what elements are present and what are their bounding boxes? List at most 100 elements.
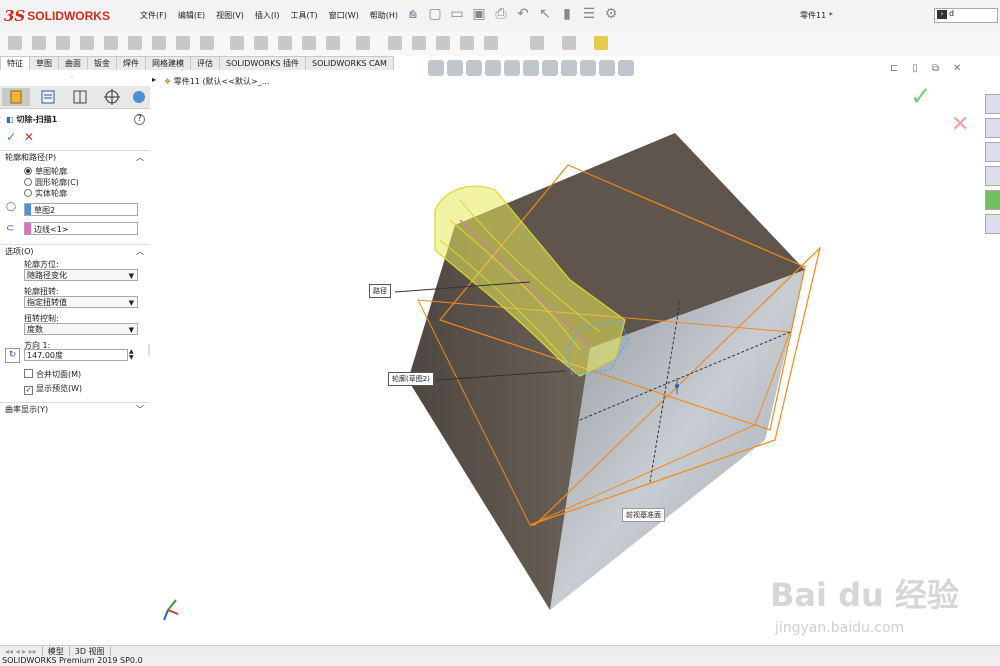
hole-wizard-icon[interactable] (104, 36, 118, 50)
wrap-icon[interactable] (278, 36, 292, 50)
solidworks-resources-icon[interactable] (985, 94, 1000, 114)
section-options[interactable]: 选项(O) ︿ (0, 244, 150, 257)
view-settings-icon[interactable] (618, 60, 634, 76)
tab-solidworks-cam[interactable]: SOLIDWORKS CAM (304, 56, 394, 70)
radio-circular-profile[interactable]: 圆形轮廓(C) (24, 177, 79, 188)
tab-mesh-modeling[interactable]: 网格建模 (145, 56, 191, 70)
menu-file[interactable]: 文件(F) (140, 10, 167, 21)
linear-pattern-icon[interactable] (230, 36, 244, 50)
menu-insert[interactable]: 插入(I) (255, 10, 280, 21)
apply-scene-icon[interactable] (599, 60, 615, 76)
dome-icon[interactable] (436, 36, 450, 50)
home-icon[interactable]: ⌂ (405, 6, 421, 22)
path-callout[interactable]: 路径 (369, 284, 391, 298)
previous-view-icon[interactable] (466, 60, 482, 76)
edit-appearance-icon[interactable] (580, 60, 596, 76)
display-manager-tab[interactable] (130, 88, 148, 106)
file-explorer-icon[interactable] (985, 142, 1000, 162)
cancel-x-icon[interactable]: ✕ (24, 130, 34, 144)
design-library-icon[interactable] (985, 118, 1000, 138)
direction-angle-input[interactable]: 147.00度 (24, 349, 128, 361)
help-icon[interactable]: ? (134, 114, 145, 125)
search-input[interactable]: › d (934, 8, 998, 23)
front-plane-label[interactable]: 前视基准面 (622, 508, 665, 522)
profile-callout[interactable]: 轮廓(草图2) (388, 372, 434, 386)
menu-window[interactable]: 窗口(W) (329, 10, 359, 21)
property-manager-tab[interactable] (34, 88, 62, 106)
rebuild-icon[interactable]: ▮ (559, 6, 575, 22)
curves-icon[interactable] (460, 36, 474, 50)
extruded-boss-icon[interactable] (8, 36, 22, 50)
twist-dropdown[interactable]: 指定扭转值 ▼ (24, 296, 138, 308)
select-icon[interactable]: ↖ (537, 6, 553, 22)
gear-icon[interactable]: ⚙ (603, 6, 619, 22)
tab-weldments[interactable]: 焊件 (116, 56, 146, 70)
print-icon[interactable]: ⎙ (493, 6, 509, 22)
split-view-icon[interactable]: ⊏ (890, 63, 898, 74)
file-properties-icon[interactable]: ☰ (581, 6, 597, 22)
feature-manager-tab[interactable] (2, 88, 30, 106)
curve-icon[interactable] (562, 36, 576, 50)
restore-icon[interactable]: ⧉ (932, 63, 939, 74)
ruler-icon[interactable] (594, 36, 608, 50)
zoom-to-fit-icon[interactable] (428, 60, 444, 76)
view-orientation-icon[interactable] (523, 60, 539, 76)
reverse-direction-icon[interactable]: ↻ (5, 348, 20, 363)
menu-view[interactable]: 视图(V) (216, 10, 244, 21)
dynamic-annotation-icon[interactable] (504, 60, 520, 76)
menu-help[interactable]: 帮助(H) (370, 10, 398, 21)
instant3d-icon[interactable] (484, 36, 498, 50)
section-view-icon[interactable] (485, 60, 501, 76)
path-selection-box[interactable]: 边线<1> (24, 222, 138, 235)
radio-sketch-profile[interactable]: 草图轮廓 (24, 166, 67, 177)
lofted-cut-icon[interactable] (176, 36, 190, 50)
ok-confirm-corner-icon[interactable]: ✓ (910, 82, 932, 112)
panel-splitter-handle[interactable]: ◦ (70, 73, 75, 82)
revolved-boss-icon[interactable] (32, 36, 46, 50)
close-icon[interactable]: ✕ (953, 63, 961, 74)
shell-icon[interactable] (388, 36, 402, 50)
fillet-icon[interactable] (200, 36, 214, 50)
reference-axis-icon[interactable] (530, 36, 544, 50)
radio-solid-profile[interactable]: 实体轮廓 (24, 188, 67, 199)
breadcrumb[interactable]: ❖ 零件11 (默认<<默认>_... (164, 76, 269, 87)
undo-icon[interactable]: ↶ (515, 6, 531, 22)
menu-tools[interactable]: 工具(T) (290, 10, 317, 21)
tab-features[interactable]: 特征 (0, 56, 30, 70)
show-preview-checkbox[interactable]: ✓ 显示预览(W) (24, 383, 82, 395)
new-document-icon[interactable]: ▢ (427, 6, 443, 22)
rib-icon[interactable] (254, 36, 268, 50)
merge-faces-checkbox[interactable]: 合并切面(M) (24, 369, 81, 380)
hide-show-items-icon[interactable] (561, 60, 577, 76)
reference-geometry-icon[interactable] (356, 36, 370, 50)
mirror-icon[interactable] (412, 36, 426, 50)
open-folder-icon[interactable]: ▭ (449, 6, 465, 22)
custom-properties-icon[interactable] (985, 214, 1000, 234)
section-profile-path[interactable]: 轮廓和路径(P) ︿ (0, 150, 150, 163)
appearances-scenes-icon[interactable] (985, 190, 1000, 210)
section-curvature-display[interactable]: 曲率显示(Y) ﹀ (0, 402, 150, 415)
save-icon[interactable]: ▣ (471, 6, 487, 22)
extruded-cut-icon[interactable] (80, 36, 94, 50)
intersect-icon[interactable] (326, 36, 340, 50)
zoom-to-area-icon[interactable] (447, 60, 463, 76)
graphics-area[interactable]: 路径 轮廓(草图2) 前视基准面 ✓ ✕ (150, 70, 1000, 645)
orientation-dropdown[interactable]: 随路径变化 ▼ (24, 269, 138, 281)
twist-control-dropdown[interactable]: 度数 ▼ (24, 323, 138, 335)
swept-boss-icon[interactable] (56, 36, 70, 50)
tab-sheet-metal[interactable]: 钣金 (87, 56, 117, 70)
configuration-manager-tab[interactable] (66, 88, 94, 106)
tab-surfaces[interactable]: 曲面 (58, 56, 88, 70)
view-palette-icon[interactable] (985, 166, 1000, 186)
revolved-cut-icon[interactable] (128, 36, 142, 50)
menu-edit[interactable]: 编辑(E) (178, 10, 205, 21)
display-style-icon[interactable] (542, 60, 558, 76)
tab-evaluate[interactable]: 评估 (190, 56, 220, 70)
cancel-corner-icon[interactable]: ✕ (951, 112, 969, 137)
profile-selection-box[interactable]: 草图2 (24, 203, 138, 216)
tab-sketch[interactable]: 草图 (29, 56, 59, 70)
angle-spinner[interactable]: ▲ ▼ (129, 349, 134, 361)
ok-check-icon[interactable]: ✓ (6, 130, 16, 144)
solidworks-logo[interactable]: 3S SOLIDWORKS (4, 6, 110, 26)
minimize-icon[interactable]: ▯ (912, 63, 918, 74)
